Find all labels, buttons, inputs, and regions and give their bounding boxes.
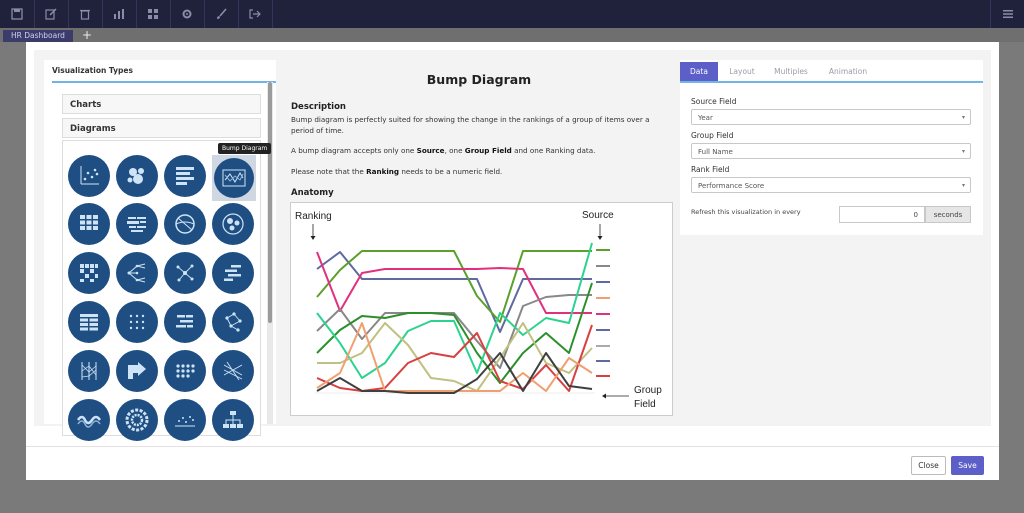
parallel-coordinates-tile[interactable] bbox=[68, 350, 110, 392]
trash-icon[interactable] bbox=[68, 0, 103, 28]
dot-grid-tile[interactable] bbox=[164, 350, 206, 392]
ranking-keyword: Ranking bbox=[366, 167, 400, 176]
scatter-axis-tile[interactable] bbox=[164, 399, 206, 441]
group-annotation-line1: Group bbox=[634, 385, 662, 396]
refresh-interval-input[interactable]: 0 bbox=[839, 206, 925, 223]
footer-divider bbox=[26, 446, 999, 447]
bump-diagram-tooltip: Bump Diagram bbox=[218, 143, 272, 154]
settings-panel: Data Layout Multiples Animation Source F… bbox=[680, 60, 983, 235]
brush-icon[interactable] bbox=[204, 0, 239, 28]
source-arrow-head bbox=[597, 236, 603, 240]
chevron-down-icon: ▾ bbox=[961, 182, 965, 189]
close-button[interactable]: Close bbox=[911, 456, 946, 475]
chevron-down-icon: ▾ bbox=[961, 114, 965, 121]
ranking-annotation: Ranking bbox=[295, 211, 332, 222]
gear-icon[interactable] bbox=[170, 0, 205, 28]
bar-list-diagram-tile[interactable] bbox=[164, 155, 206, 197]
anatomy-title: Anatomy bbox=[291, 188, 334, 198]
bump-diagram-tile[interactable] bbox=[212, 155, 256, 201]
visualization-types-panel: Visualization Types Charts Diagrams Bump… bbox=[44, 60, 276, 441]
refresh-label: Refresh this visualization in every bbox=[691, 208, 801, 216]
group-arrow-head bbox=[602, 393, 606, 399]
grid-icon[interactable] bbox=[136, 0, 171, 28]
rank-field-label: Rank Field bbox=[691, 165, 730, 174]
tree-diagram-tile[interactable] bbox=[116, 252, 158, 294]
save-icon[interactable] bbox=[0, 0, 35, 28]
word-cloud-tile[interactable] bbox=[116, 203, 158, 245]
group-annotation-line2: Field bbox=[634, 399, 656, 410]
matrix-diagram-tile[interactable] bbox=[68, 252, 110, 294]
title-underline bbox=[52, 81, 276, 83]
tab-data[interactable]: Data bbox=[680, 62, 718, 81]
scatter-diagram-tile[interactable] bbox=[68, 155, 110, 197]
anatomy-illustration: Ranking Source Group Field bbox=[295, 210, 662, 410]
flow-arrow-tile[interactable] bbox=[116, 350, 158, 392]
stacked-bars-tile[interactable] bbox=[164, 301, 206, 343]
graph-diagram-tile[interactable] bbox=[212, 301, 254, 343]
edit-icon[interactable] bbox=[34, 0, 69, 28]
dot-matrix-tile[interactable] bbox=[116, 301, 158, 343]
bubble-diagram-tile[interactable] bbox=[116, 155, 158, 197]
add-tab-button[interactable]: + bbox=[82, 28, 92, 42]
visualization-modal: Visualization Types Charts Diagrams Bump… bbox=[26, 42, 999, 480]
chevron-down-icon: ▾ bbox=[961, 148, 965, 155]
bump-diagram-icon bbox=[214, 158, 254, 198]
diagram-grid bbox=[62, 140, 261, 441]
circle-pack-tile[interactable] bbox=[212, 203, 254, 245]
anatomy-legend bbox=[596, 249, 610, 377]
table-diagram-tile[interactable] bbox=[68, 301, 110, 343]
description-paragraph-3: Please note that the Ranking needs to be… bbox=[291, 167, 503, 176]
heatmap-grid-tile[interactable] bbox=[68, 203, 110, 245]
settings-tabs: Data Layout Multiples Animation bbox=[680, 62, 983, 83]
source-field-label: Source Field bbox=[691, 97, 737, 106]
hamburger-icon[interactable] bbox=[990, 0, 1024, 28]
crossing-lines-tile[interactable] bbox=[212, 350, 254, 392]
section-diagrams[interactable]: Diagrams bbox=[62, 118, 261, 138]
seconds-addon: seconds bbox=[925, 206, 971, 223]
anatomy-image: Ranking Source Group Field bbox=[290, 202, 673, 416]
visualization-heading: Bump Diagram bbox=[426, 72, 532, 87]
tab-layout[interactable]: Layout bbox=[722, 62, 762, 81]
dashboard-tab[interactable]: HR Dashboard bbox=[3, 30, 73, 42]
top-toolbar bbox=[0, 0, 1024, 28]
tab-animation[interactable]: Animation bbox=[822, 62, 874, 81]
export-icon[interactable] bbox=[238, 0, 273, 28]
network-diagram-tile[interactable] bbox=[164, 252, 206, 294]
sphere-diagram-tile[interactable] bbox=[164, 203, 206, 245]
save-button[interactable]: Save bbox=[951, 456, 984, 475]
bump-lines bbox=[316, 242, 593, 394]
ranking-arrow-head bbox=[310, 236, 316, 240]
source-keyword: Source bbox=[416, 146, 445, 155]
group-field-select[interactable]: Full Name ▾ bbox=[691, 143, 971, 159]
description-paragraph-1: Bump diagram is perfectly suited for sho… bbox=[291, 115, 650, 135]
description-title: Description bbox=[291, 102, 346, 112]
group-field-label: Group Field bbox=[691, 131, 734, 140]
rank-field-select[interactable]: Performance Score ▾ bbox=[691, 177, 971, 193]
stream-graph-tile[interactable] bbox=[68, 399, 110, 441]
source-annotation: Source bbox=[582, 210, 614, 221]
modal-body: Visualization Types Charts Diagrams Bump… bbox=[34, 50, 991, 441]
scrollbar-thumb[interactable] bbox=[268, 82, 272, 323]
org-chart-tile[interactable] bbox=[212, 399, 254, 441]
panel-title: Visualization Types bbox=[52, 66, 133, 75]
source-field-select[interactable]: Year ▾ bbox=[691, 109, 971, 125]
sunburst-tile[interactable] bbox=[116, 399, 158, 441]
description-paragraph-2: A bump diagram accepts only one Source, … bbox=[291, 146, 596, 155]
gantt-diagram-tile[interactable] bbox=[212, 252, 254, 294]
section-charts[interactable]: Charts bbox=[62, 94, 261, 114]
tab-multiples[interactable]: Multiples bbox=[768, 62, 814, 81]
group-field-keyword: Group Field bbox=[464, 146, 512, 155]
bar-chart-icon[interactable] bbox=[102, 0, 137, 28]
dashboard-tabs-bar bbox=[0, 28, 1024, 42]
